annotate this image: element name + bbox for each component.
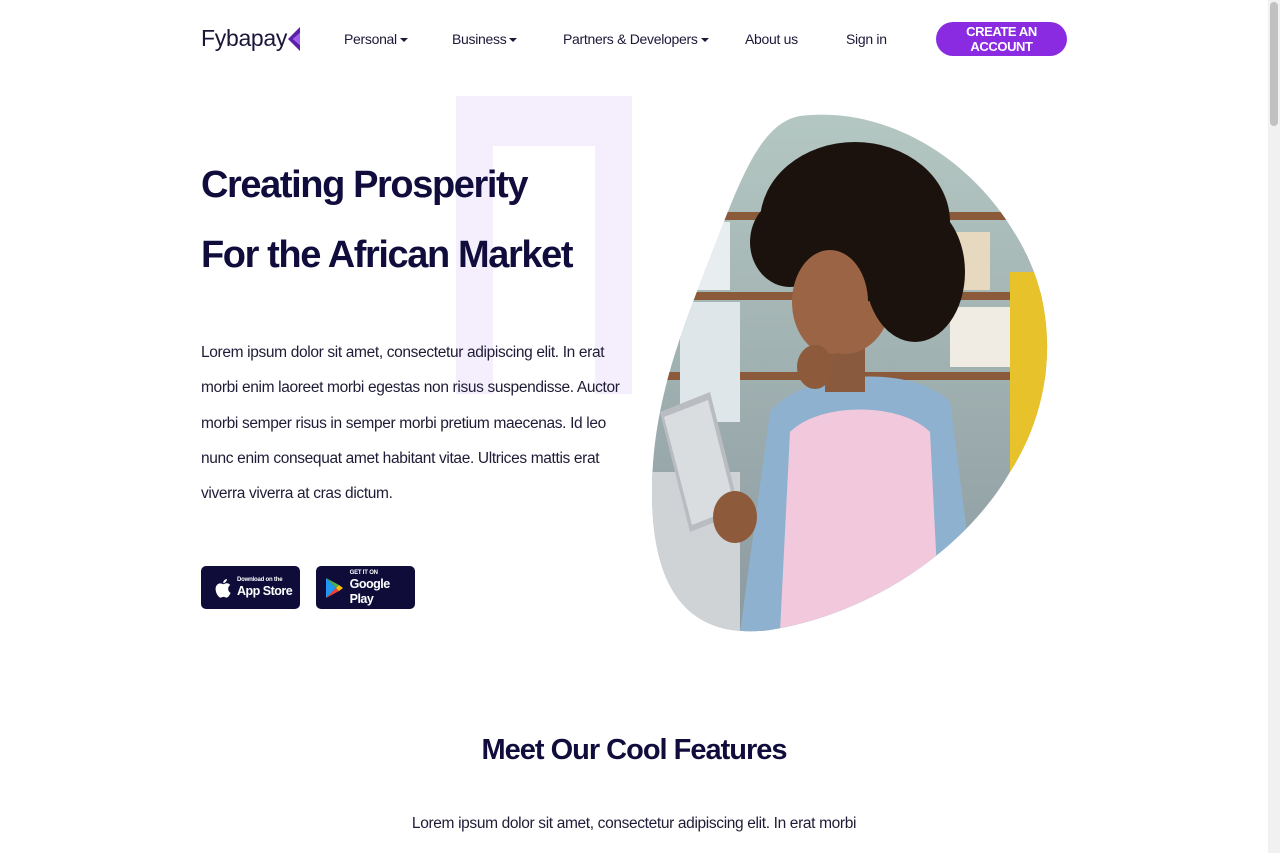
google-play-big-label: Google Play — [349, 576, 391, 606]
nav-item-personal[interactable]: Personal — [344, 31, 408, 47]
nav-item-about-us[interactable]: About us — [745, 31, 798, 47]
nav-item-label: Partners & Developers — [563, 31, 698, 47]
google-play-icon — [325, 577, 344, 599]
caret-down-icon — [700, 37, 709, 42]
scrollbar-thumb[interactable] — [1270, 2, 1278, 126]
create-account-button[interactable]: CREATE AN ACCOUNT — [936, 22, 1067, 56]
chevron-left-logo-icon — [288, 26, 301, 51]
nav-item-label: About us — [745, 31, 798, 47]
nav-item-label: Business — [452, 31, 507, 47]
nav-item-business[interactable]: Business — [452, 31, 518, 47]
apple-icon — [215, 577, 231, 599]
brand-logo[interactable]: Fybapay — [201, 25, 301, 52]
app-store-small-label: Download on the — [237, 577, 283, 583]
nav-item-sign-in[interactable]: Sign in — [846, 31, 887, 47]
features-title: Meet Our Cool Features — [481, 734, 787, 766]
caret-down-icon — [509, 37, 518, 42]
hero-description: Lorem ipsum dolor sit amet, consectetur … — [201, 344, 620, 503]
brand-name: Fybapay — [201, 25, 288, 51]
app-store-text: Download on the App Store — [237, 576, 293, 599]
nav-item-label: Personal — [344, 31, 397, 47]
hero-photo — [652, 114, 1048, 632]
hero-title-line-1: Creating Prosperity — [201, 164, 528, 206]
google-play-button[interactable]: GET IT ON Google Play — [316, 566, 415, 609]
caret-down-icon — [399, 37, 408, 42]
google-play-small-label: GET IT ON — [349, 569, 378, 576]
navbar: Fybapay Personal Business Partners & Dev… — [0, 0, 1268, 80]
nav-item-partners-developers[interactable]: Partners & Developers — [563, 31, 709, 47]
app-store-big-label: App Store — [237, 584, 293, 598]
app-store-button[interactable]: Download on the App Store — [201, 566, 300, 609]
nav-item-label: Sign in — [846, 31, 887, 47]
features-description: Lorem ipsum dolor sit amet, consectetur … — [411, 815, 857, 832]
google-play-text: GET IT ON Google Play — [350, 569, 415, 607]
hero-title-line-2: For the African Market — [201, 234, 574, 276]
page-scrollbar[interactable] — [1268, 0, 1280, 853]
